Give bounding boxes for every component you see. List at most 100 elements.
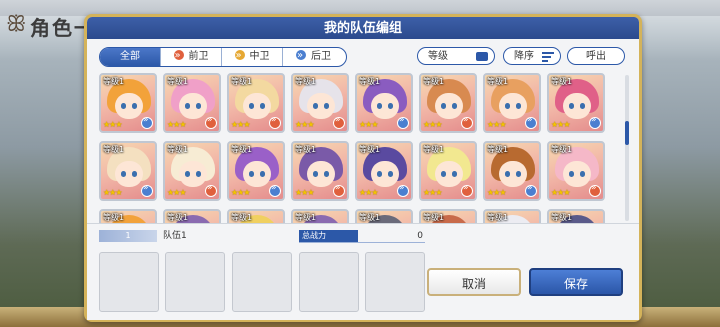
character-eye [185, 171, 190, 177]
character-face [243, 93, 271, 119]
dialog-header: 我的队伍编组 [87, 17, 639, 39]
save-button[interactable]: 保存 [529, 268, 623, 296]
character-face [179, 93, 207, 119]
tab-all[interactable]: 全部 [100, 48, 161, 66]
cancel-button[interactable]: 取消 [427, 268, 521, 296]
total-power-label: 总战力 [299, 230, 358, 242]
character-star-rating: ★★★ [167, 120, 186, 129]
character-level: 等级1 [423, 77, 445, 86]
character-level: 等级1 [423, 145, 445, 154]
sort-lines-icon [542, 52, 554, 62]
character-card[interactable]: 等级1 ★★★ [483, 141, 541, 201]
level-filter-button[interactable]: 等级 [417, 47, 495, 65]
character-eye [580, 171, 585, 177]
character-eye [132, 103, 137, 109]
character-card[interactable]: 等级1 ★★★ [483, 73, 541, 133]
character-star-rating: ★★★ [295, 120, 314, 129]
tab-all-label: 全部 [120, 51, 140, 62]
character-face [563, 93, 591, 119]
character-card[interactable]: 等级1 ★★★ [355, 73, 413, 133]
back-position-icon [397, 183, 409, 197]
character-face [371, 93, 399, 119]
tab-middle[interactable]: 中卫 [222, 48, 283, 66]
tab-back[interactable]: 后卫 [283, 48, 344, 66]
character-card[interactable]: 等级1 [227, 209, 285, 223]
character-card[interactable]: 等级1 [291, 209, 349, 223]
level-filter-label: 等级 [428, 51, 448, 62]
character-eye [196, 171, 201, 177]
call-button[interactable]: 呼出 [567, 47, 625, 65]
character-card[interactable]: 等级1 ★★★ [227, 141, 285, 201]
grid-scrollbar-thumb[interactable] [625, 121, 629, 145]
character-eye [121, 171, 126, 177]
character-star-rating: ★★★ [359, 188, 378, 197]
grid-scrollbar[interactable] [625, 75, 629, 221]
character-face [435, 161, 463, 187]
character-level: 等级1 [167, 145, 189, 154]
team-name[interactable]: 队伍1 [163, 230, 187, 242]
character-card[interactable]: 等级1 [355, 209, 413, 223]
character-card[interactable]: 等级1 [483, 209, 541, 223]
front-position-icon [333, 115, 345, 129]
tab-front[interactable]: 前卫 [161, 48, 222, 66]
character-star-rating: ★★★ [487, 188, 506, 197]
character-card[interactable]: 等级1 ★★★ [227, 73, 285, 133]
character-eye [569, 103, 574, 109]
character-eye [377, 103, 382, 109]
toggle-square-icon [476, 52, 488, 61]
character-face [243, 161, 271, 187]
back-position-icon [525, 183, 537, 197]
character-card[interactable]: 等级1 ★★★ [163, 73, 221, 133]
character-eye [313, 171, 318, 177]
team-slot-4[interactable] [299, 252, 359, 312]
character-eye [441, 103, 446, 109]
character-card[interactable]: 等级1 ★★★ [547, 73, 605, 133]
team-slot-5[interactable] [365, 252, 425, 312]
character-eye [516, 103, 521, 109]
character-card[interactable]: 等级1 ★★★ [291, 141, 349, 201]
character-level: 等级1 [551, 77, 573, 86]
call-button-label: 呼出 [586, 51, 606, 62]
dialog-title: 我的队伍编组 [323, 21, 402, 36]
front-position-icon [205, 115, 217, 129]
character-card[interactable]: 等级1 [163, 209, 221, 223]
character-star-rating: ★★★ [231, 120, 250, 129]
character-level: 等级1 [551, 145, 573, 154]
character-eye [452, 171, 457, 177]
character-card[interactable]: 等级1 ★★★ [99, 73, 157, 133]
back-position-icon [269, 183, 281, 197]
character-star-rating: ★★★ [295, 188, 314, 197]
team-slot-3[interactable] [232, 252, 292, 312]
team-formation-dialog: 我的队伍编组 全部 前卫 中卫 后卫 等级 降序 呼出 [84, 14, 642, 322]
character-eye [313, 103, 318, 109]
sort-order-button[interactable]: 降序 [503, 47, 561, 65]
character-level: 等级1 [231, 145, 253, 154]
character-face [115, 93, 143, 119]
character-eye [505, 171, 510, 177]
character-card[interactable]: 等级1 ★★★ [419, 141, 477, 201]
character-card[interactable]: 等级1 [419, 209, 477, 223]
character-card[interactable]: 等级1 ★★★ [419, 73, 477, 133]
character-card[interactable]: 等级1 ★★★ [163, 141, 221, 201]
character-face [563, 161, 591, 187]
character-card[interactable]: 等级1 ★★★ [291, 73, 349, 133]
character-card[interactable]: 等级1 ★★★ [355, 141, 413, 201]
sort-order-label: 降序 [514, 51, 534, 62]
character-card[interactable]: 等级1 ★★★ [99, 141, 157, 201]
team-slot-1[interactable] [99, 252, 159, 312]
character-card[interactable]: 等级1 [547, 209, 605, 223]
character-level: 等级1 [167, 77, 189, 86]
back-position-icon [525, 115, 537, 129]
character-star-rating: ★★★ [551, 188, 570, 197]
character-card[interactable]: 等级1 [99, 209, 157, 223]
character-face [435, 93, 463, 119]
character-level: 等级1 [295, 77, 317, 86]
team-slot-2[interactable] [165, 252, 225, 312]
character-grid: 等级1 ★★★ 等级1 ★★★ 等级1 ★★★ 等级1 ★★★ 等级1 ★★★ 等级1 ★★★ 等级1 ★… [99, 73, 615, 223]
character-face [307, 93, 335, 119]
tab-middle-label: 中卫 [249, 51, 270, 62]
character-card[interactable]: 等级1 ★★★ [547, 141, 605, 201]
front-position-icon [333, 183, 345, 197]
character-level: 等级1 [359, 145, 381, 154]
character-eye [249, 171, 254, 177]
